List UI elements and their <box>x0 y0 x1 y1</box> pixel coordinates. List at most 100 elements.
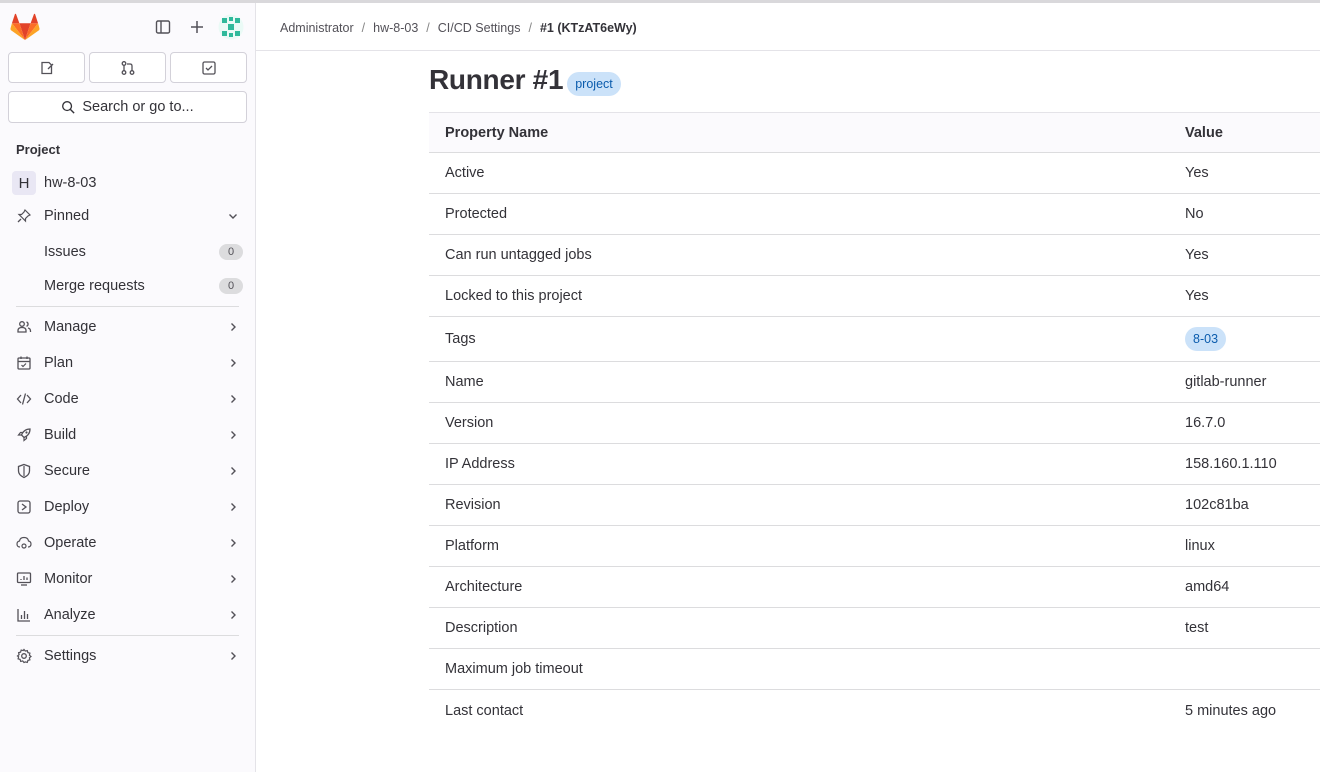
project-avatar: H <box>12 171 36 195</box>
table-row: Architecture amd64 <box>429 567 1320 608</box>
sidebar-item-plan[interactable]: Plan <box>8 347 247 379</box>
header-divider <box>256 50 1320 51</box>
todo-icon <box>201 60 216 75</box>
property-value: amd64 <box>1185 579 1230 595</box>
breadcrumb-separator: / <box>528 21 532 35</box>
breadcrumb-item-project[interactable]: hw-8-03 <box>373 21 418 35</box>
table-row: Tags 8-03 <box>429 317 1320 362</box>
monitor-label: Monitor <box>44 571 93 587</box>
pin-icon <box>16 208 32 224</box>
code-label: Code <box>44 391 79 407</box>
sidebar-item-analyze[interactable]: Analyze <box>8 599 247 631</box>
sidebar-item-deploy[interactable]: Deploy <box>8 491 247 523</box>
project-link[interactable]: H hw-8-03 <box>8 169 247 197</box>
property-value: Yes <box>1185 165 1209 181</box>
issues-label: Issues <box>44 244 86 260</box>
property-name: Maximum job timeout <box>445 661 583 677</box>
chevron-right-icon <box>225 463 241 479</box>
column-header-property: Property Name <box>445 124 549 141</box>
sidebar-header <box>0 3 256 49</box>
table-row: Last contact 5 minutes ago <box>429 690 1320 731</box>
calendar-icon <box>16 355 32 371</box>
property-value: gitlab-runner <box>1185 374 1267 390</box>
deploy-icon <box>16 499 32 515</box>
search-label: Search or go to... <box>82 99 194 115</box>
breadcrumb-item-administrator[interactable]: Administrator <box>280 21 354 35</box>
table-row: Version 16.7.0 <box>429 403 1320 444</box>
runner-details-table: Property Name Value Active Yes Protected… <box>429 112 1320 731</box>
user-avatar[interactable] <box>218 14 244 40</box>
section-label: Project <box>16 142 61 157</box>
breadcrumb-item-current[interactable]: #1 (KTzAT6eWy) <box>540 21 637 35</box>
chevron-right-icon <box>225 355 241 371</box>
table-row: Revision 102c81ba <box>429 485 1320 526</box>
plan-label: Plan <box>44 355 74 371</box>
chart-icon <box>16 607 32 623</box>
sidebar-item-monitor[interactable]: Monitor <box>8 563 247 595</box>
property-value: test <box>1185 620 1209 636</box>
sidebar-divider <box>16 635 239 636</box>
breadcrumb-item-cicd-settings[interactable]: CI/CD Settings <box>438 21 521 35</box>
table-row: Name gitlab-runner <box>429 362 1320 403</box>
property-name: Last contact <box>445 702 524 719</box>
build-label: Build <box>44 427 77 443</box>
chevron-right-icon <box>225 607 241 623</box>
chevron-right-icon <box>225 319 241 335</box>
gitlab-logo-icon[interactable] <box>10 13 40 41</box>
sidebar-item-issues[interactable]: Issues 0 <box>8 236 247 268</box>
breadcrumb-separator: / <box>426 21 430 35</box>
assigned-issues-button[interactable] <box>8 52 85 83</box>
sidebar-item-merge-requests[interactable]: Merge requests 0 <box>8 270 247 302</box>
property-name: Protected <box>445 206 508 222</box>
table-row: IP Address 158.160.1.110 <box>429 444 1320 485</box>
sidebar-item-settings[interactable]: Settings <box>8 640 247 672</box>
property-value: 5 minutes ago <box>1185 702 1277 719</box>
property-value: 102c81ba <box>1185 497 1249 513</box>
property-name: Version <box>445 415 494 431</box>
property-name: Locked to this project <box>445 288 583 304</box>
page-title: Runner #1 <box>429 64 564 95</box>
chevron-right-icon <box>225 499 241 515</box>
table-header: Property Name Value <box>429 112 1320 153</box>
table-row: Platform linux <box>429 526 1320 567</box>
operate-label: Operate <box>44 535 97 551</box>
issues-count-badge: 0 <box>219 244 243 260</box>
merge-requests-count-badge: 0 <box>219 278 243 294</box>
property-name: Description <box>445 620 518 636</box>
search-button[interactable]: Search or go to... <box>8 91 247 123</box>
sidebar-item-secure[interactable]: Secure <box>8 455 247 487</box>
property-name: Can run untagged jobs <box>445 247 592 263</box>
chevron-right-icon <box>225 535 241 551</box>
analyze-label: Analyze <box>44 607 96 623</box>
property-value: No <box>1185 206 1204 222</box>
property-value: 158.160.1.110 <box>1185 456 1277 472</box>
property-name: IP Address <box>445 456 515 472</box>
sidebar-item-build[interactable]: Build <box>8 419 247 451</box>
property-value: 8-03 <box>1185 327 1320 351</box>
issues-icon <box>40 61 53 74</box>
pinned-label: Pinned <box>44 208 90 224</box>
sidebar-item-manage[interactable]: Manage <box>8 311 247 343</box>
merge-requests-button[interactable] <box>89 52 166 83</box>
property-name: Active <box>445 165 485 181</box>
shield-icon <box>16 463 32 479</box>
property-value: linux <box>1185 538 1215 554</box>
breadcrumb: Administrator / hw-8-03 / CI/CD Settings… <box>280 19 637 37</box>
pinned-section-toggle[interactable]: Pinned <box>8 200 247 232</box>
property-value: Yes <box>1185 247 1209 263</box>
table-row: Active Yes <box>429 153 1320 194</box>
property-value: 16.7.0 <box>1185 415 1226 431</box>
cloud-gear-icon <box>16 535 32 551</box>
property-name: Tags <box>445 331 476 347</box>
todo-list-button[interactable] <box>170 52 247 83</box>
sidebar-item-code[interactable]: Code <box>8 383 247 415</box>
chevron-down-icon <box>225 208 241 224</box>
create-new-icon[interactable] <box>184 14 210 40</box>
sidebar-toggle-icon[interactable] <box>150 14 176 40</box>
rocket-icon <box>16 427 32 443</box>
table-row: Locked to this project Yes <box>429 276 1320 317</box>
settings-label: Settings <box>44 648 97 664</box>
sidebar-item-operate[interactable]: Operate <box>8 527 247 559</box>
page-header: Runner #1 project <box>429 64 621 96</box>
table-row: Maximum job timeout <box>429 649 1320 690</box>
